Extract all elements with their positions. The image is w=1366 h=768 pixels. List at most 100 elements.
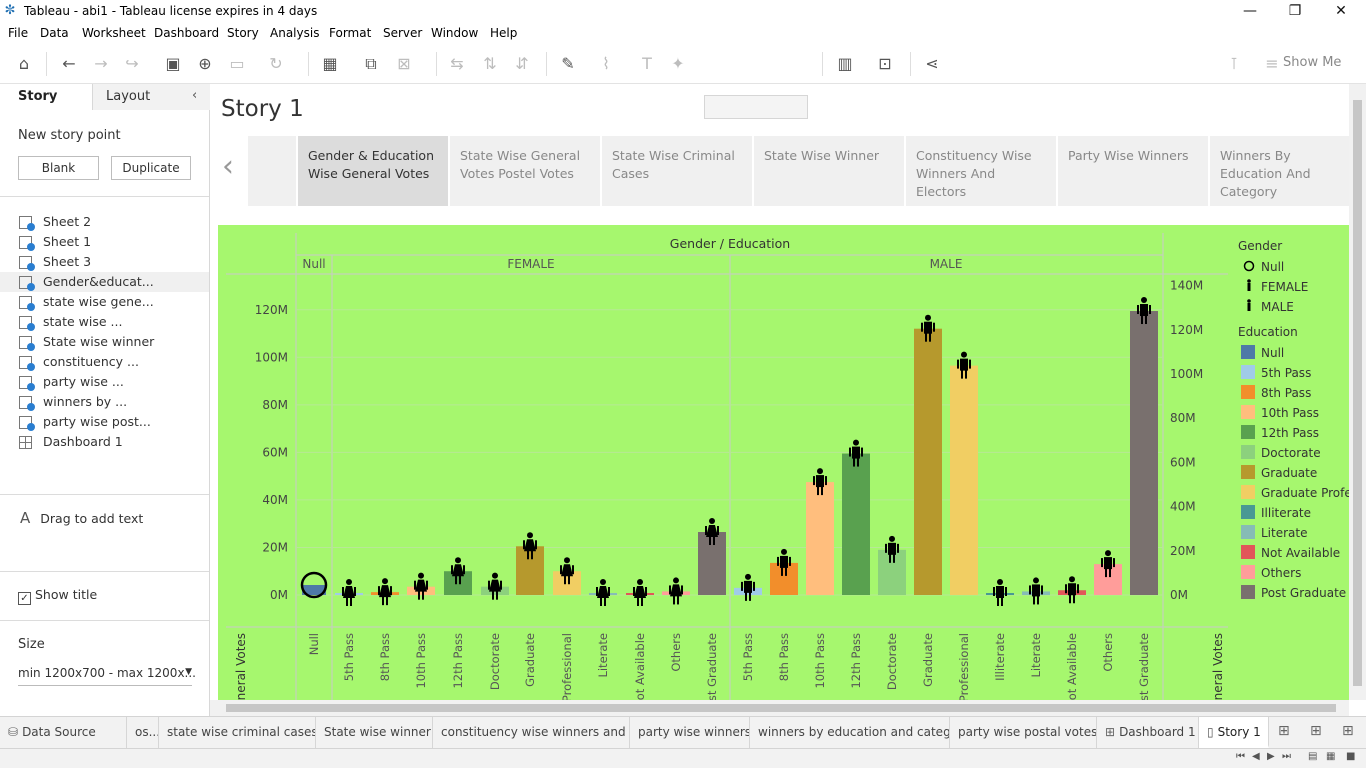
save-icon[interactable]: ▣ <box>163 54 183 74</box>
tab-state-wise-criminal-cases[interactable]: state wise criminal cases <box>159 717 316 748</box>
menu-server[interactable]: Server <box>383 26 422 40</box>
story-point-7[interactable]: Winners By Education And Category <box>1210 136 1349 206</box>
menu-story[interactable]: Story <box>227 26 259 40</box>
home-icon[interactable]: ⌂ <box>14 54 34 74</box>
legend-swatch[interactable] <box>1241 505 1255 519</box>
bar[interactable] <box>842 453 870 595</box>
menu-window[interactable]: Window <box>431 26 478 40</box>
story-point-5[interactable]: Constituency Wise Winners And Electors <box>906 136 1056 206</box>
legend-swatch[interactable] <box>1241 545 1255 559</box>
show-me-button[interactable]: Show Me <box>1283 55 1341 70</box>
legend-swatch[interactable] <box>1241 425 1255 439</box>
size-select[interactable]: min 1200x700 - max 1200x... ▼ <box>18 666 196 686</box>
menu-help[interactable]: Help <box>490 26 517 40</box>
legend-swatch[interactable] <box>1241 405 1255 419</box>
new-story-tab-icon[interactable]: ⊞ <box>1342 723 1354 739</box>
story-point-1[interactable]: Gender & Education Wise General Votes <box>298 136 448 206</box>
show-cards-icon[interactable]: ▥ <box>835 54 855 74</box>
menu-format[interactable]: Format <box>329 26 371 40</box>
fit-dropdown[interactable] <box>704 95 808 119</box>
legend-swatch[interactable] <box>1241 445 1255 459</box>
new-data-source-icon[interactable]: ⊕ <box>195 54 215 74</box>
bar[interactable] <box>1130 311 1158 595</box>
checkmark-icon[interactable]: ✓ <box>18 592 31 605</box>
show-mark-labels-icon: T <box>642 54 652 73</box>
legend-swatch[interactable] <box>1241 585 1255 599</box>
show-sheet-sorter-icon[interactable]: ▦ <box>1326 751 1335 762</box>
sheet-list-item[interactable]: Sheet 1 <box>0 232 209 252</box>
sheet-list-item[interactable]: party wise post... <box>0 412 209 432</box>
sheet-list-item[interactable]: State wise winner <box>0 332 209 352</box>
sheet-list-item[interactable]: party wise ... <box>0 372 209 392</box>
legend-swatch[interactable] <box>1241 345 1255 359</box>
new-dashboard-tab-icon[interactable]: ⊞ <box>1310 723 1322 739</box>
sheet-list-item[interactable]: state wise gene... <box>0 292 209 312</box>
blank-button[interactable]: Blank <box>18 156 99 180</box>
bar[interactable] <box>698 532 726 595</box>
menu-analysis[interactable]: Analysis <box>270 26 319 40</box>
bar[interactable] <box>878 549 906 595</box>
scroll-thumb[interactable] <box>226 704 1336 712</box>
bar[interactable] <box>950 365 978 595</box>
legend-swatch[interactable] <box>1241 525 1255 539</box>
menu-dashboard[interactable]: Dashboard <box>154 26 219 40</box>
menu-data[interactable]: Data <box>40 26 69 40</box>
tab-party-wise-postal-votes[interactable]: party wise postal votes <box>950 717 1097 748</box>
maximize-button[interactable]: ❐ <box>1272 0 1318 23</box>
show-title-checkbox[interactable]: ✓ Show title <box>18 587 97 605</box>
new-worksheet-icon[interactable]: ▦ <box>320 54 340 74</box>
collapse-sidebar-icon[interactable]: ‹ <box>192 88 197 103</box>
story-point-2[interactable]: State Wise General Votes Postel Votes <box>450 136 600 206</box>
menu-file[interactable]: File <box>8 26 28 40</box>
story-point-blank[interactable] <box>248 136 296 206</box>
duplicate-sheet-icon[interactable]: ⧉ <box>361 54 381 74</box>
story-point-4[interactable]: State Wise Winner <box>754 136 904 206</box>
last-sheet-icon[interactable]: ⏭ <box>1282 751 1291 762</box>
previous-story-point-arrow[interactable]: ‹ <box>222 152 234 182</box>
share-icon[interactable]: ⋖ <box>922 54 942 74</box>
bar[interactable] <box>914 328 942 595</box>
tab-constituency-wise[interactable]: constituency wise winners and ... <box>433 717 630 748</box>
story-point-6[interactable]: Party Wise Winners <box>1058 136 1208 206</box>
new-worksheet-tab-icon[interactable]: ⊞ <box>1278 723 1290 739</box>
close-button[interactable]: ✕ <box>1318 0 1364 23</box>
sheet-list-item[interactable]: state wise ... <box>0 312 209 332</box>
legend-swatch[interactable] <box>1241 365 1255 379</box>
bar[interactable] <box>516 546 544 595</box>
sheet-list-item[interactable]: constituency ... <box>0 352 209 372</box>
show-filmstrip-icon[interactable]: ▤ <box>1308 751 1317 762</box>
tab-data-source[interactable]: ⛁ Data Source <box>0 717 127 748</box>
sheet-list-item[interactable]: Gender&educat... <box>0 272 209 292</box>
next-sheet-icon[interactable]: ▶ <box>1267 751 1275 762</box>
undo-icon[interactable]: ← <box>59 54 79 74</box>
horizontal-scrollbar[interactable] <box>210 700 1349 716</box>
tab-dashboard-1[interactable]: ⊞ Dashboard 1 <box>1097 717 1199 748</box>
sheet-list-item[interactable]: Sheet 2 <box>0 212 209 232</box>
tab-story[interactable]: Story <box>0 84 92 110</box>
legend-swatch[interactable] <box>1241 465 1255 479</box>
sheet-list-item[interactable]: Sheet 3 <box>0 252 209 272</box>
drag-text-item[interactable]: A Drag to add text <box>20 509 143 527</box>
previous-sheet-icon[interactable]: ◀ <box>1252 751 1260 762</box>
legend-swatch[interactable] <box>1241 485 1255 499</box>
tab-story-1[interactable]: ▯ Story 1 <box>1199 717 1269 748</box>
tab-party-wise-winners[interactable]: party wise winners <box>630 717 750 748</box>
legend-swatch[interactable] <box>1241 565 1255 579</box>
vertical-scrollbar[interactable] <box>1349 84 1366 700</box>
show-tabs-icon[interactable]: ■ <box>1346 751 1355 762</box>
menu-worksheet[interactable]: Worksheet <box>82 26 146 40</box>
presentation-mode-icon[interactable]: ⊡ <box>875 54 895 74</box>
duplicate-button[interactable]: Duplicate <box>111 156 191 180</box>
sheet-list-item[interactable]: Dashboard 1 <box>0 432 209 452</box>
story-point-3[interactable]: State Wise Criminal Cases <box>602 136 752 206</box>
tab-winners-by-education[interactable]: winners by education and categ... <box>750 717 950 748</box>
scroll-thumb[interactable] <box>1353 100 1362 686</box>
bar[interactable] <box>806 482 834 595</box>
sheet-list-item[interactable]: winners by ... <box>0 392 209 412</box>
minimize-button[interactable]: — <box>1227 0 1273 23</box>
legend-swatch[interactable] <box>1241 385 1255 399</box>
tab-truncated[interactable]: os... <box>127 717 159 748</box>
tab-state-wise-winner[interactable]: State wise winner <box>316 717 433 748</box>
first-sheet-icon[interactable]: ⏮ <box>1236 751 1245 762</box>
highlight-icon[interactable]: ✎ <box>558 54 578 74</box>
